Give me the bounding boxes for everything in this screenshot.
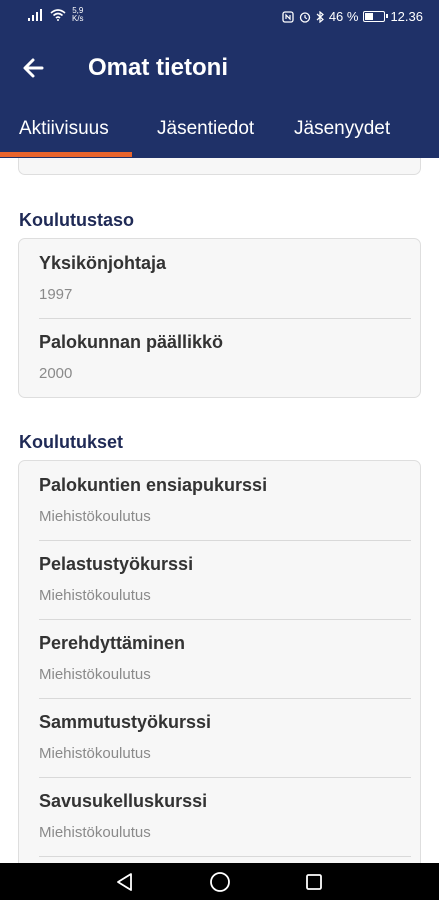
section-title-trainings: Koulutukset (19, 432, 124, 452)
list-item-subtitle: Miehistökoulutus (39, 508, 151, 525)
nav-recents-icon[interactable] (302, 870, 326, 894)
list-item-subtitle: Miehistökoulutus (39, 745, 151, 762)
list-item[interactable]: Palokunnan päällikkö 2000 (39, 332, 411, 382)
divider (39, 777, 411, 778)
network-speed-unit: K/s (72, 14, 84, 23)
system-nav-bar (0, 863, 439, 900)
list-item[interactable]: Pelastustyökurssi Miehistökoulutus (39, 554, 411, 604)
list-item[interactable]: Yksikönjohtaja 1997 (39, 253, 411, 303)
back-arrow-icon[interactable] (18, 52, 50, 84)
wifi-icon (50, 9, 66, 21)
signal-icon (28, 9, 42, 21)
list-item[interactable]: Savusukelluskurssi Miehistökoulutus (39, 791, 411, 841)
list-item-subtitle: Miehistökoulutus (39, 824, 151, 841)
battery-icon (363, 11, 389, 22)
list-item-title: Perehdyttäminen (39, 633, 186, 653)
divider (39, 619, 411, 620)
active-tab-indicator (0, 152, 132, 157)
list-item-title: Palokunnan päällikkö (39, 332, 224, 352)
list-item-subtitle: Miehistökoulutus (39, 587, 151, 604)
battery-fill (365, 13, 374, 20)
page-title: Omat tietoni (88, 54, 229, 81)
app-bar: Omat tietoni Aktiivisuus Jäsentiedot Jäs… (0, 34, 439, 158)
previous-card (18, 158, 421, 175)
list-item-title: Pelastustyökurssi (39, 554, 194, 574)
list-item[interactable]: Perehdyttäminen Miehistökoulutus (39, 633, 411, 683)
divider (39, 698, 411, 699)
tab-jasentiedot[interactable]: Jäsentiedot (157, 118, 254, 140)
status-right: 46 % 12.36 (282, 9, 423, 24)
content-scroll-area[interactable]: Koulutustaso Yksikönjohtaja 1997 Palokun… (0, 158, 439, 863)
divider (39, 856, 411, 857)
tab-aktiivisuus[interactable]: Aktiivisuus (19, 118, 109, 140)
divider (39, 540, 411, 541)
bluetooth-icon (316, 10, 324, 23)
battery-percent: 46 % (328, 9, 359, 24)
nfc-icon (282, 10, 294, 23)
network-speed: 5,9 K/s (72, 7, 84, 23)
clock: 12.36 (390, 9, 423, 24)
nav-home-icon[interactable] (208, 870, 232, 894)
list-item-title: Savusukelluskurssi (39, 791, 208, 811)
list-item-title: Yksikönjohtaja (39, 253, 167, 273)
tab-jasenyydet[interactable]: Jäsenyydet (294, 118, 390, 140)
status-left: 5,9 K/s (28, 7, 84, 23)
list-item-subtitle: 1997 (39, 286, 73, 303)
education-level-card: Yksikönjohtaja 1997 Palokunnan päällikkö… (18, 238, 421, 398)
divider (39, 318, 411, 319)
list-item[interactable]: Palokuntien ensiapukurssi Miehistökoulut… (39, 475, 411, 525)
alarm-icon (299, 11, 310, 23)
section-title-education-level: Koulutustaso (19, 210, 134, 230)
list-item-title: Sammutustyökurssi (39, 712, 212, 732)
status-bar: 5,9 K/s 46 % 12.36 (0, 0, 439, 34)
nav-back-icon[interactable] (113, 870, 137, 894)
list-item-subtitle: Miehistökoulutus (39, 666, 151, 683)
list-item-subtitle: 2000 (39, 365, 73, 382)
list-item-title: Palokuntien ensiapukurssi (39, 475, 268, 495)
list-item[interactable]: Sammutustyökurssi Miehistökoulutus (39, 712, 411, 762)
trainings-card: Palokuntien ensiapukurssi Miehistökoulut… (18, 460, 421, 863)
